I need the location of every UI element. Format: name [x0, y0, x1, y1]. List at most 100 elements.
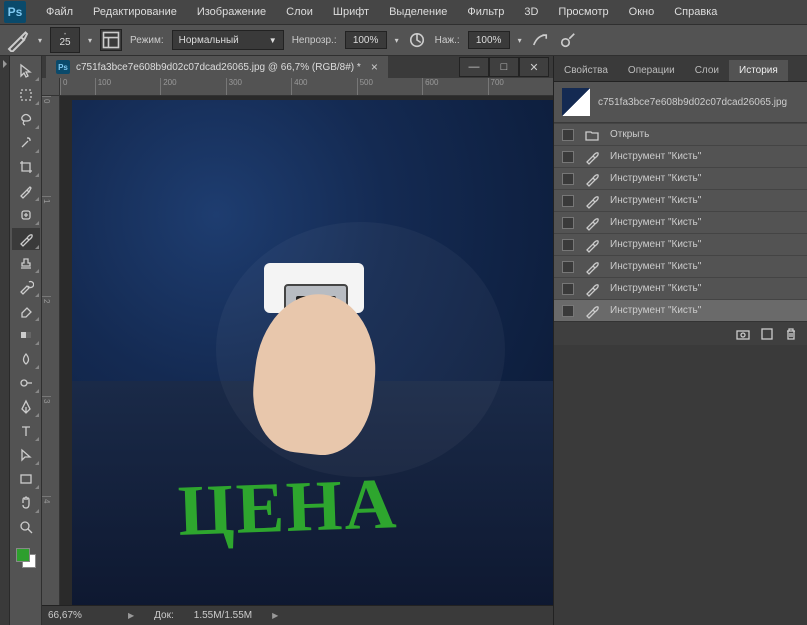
- tab-history[interactable]: История: [729, 60, 788, 81]
- ruler-tick: 0: [42, 96, 51, 196]
- ruler-tick: 3: [42, 396, 51, 496]
- history-panel: c751fa3bce7e608b9d02c07dcad26065.jpg Отк…: [554, 82, 807, 345]
- tool-pen[interactable]: [12, 396, 40, 418]
- menu-filter[interactable]: Фильтр: [457, 2, 514, 22]
- tool-preset-arrow[interactable]: ▾: [38, 36, 42, 45]
- menu-type[interactable]: Шрифт: [323, 2, 379, 22]
- history-step[interactable]: Инструмент "Кисть": [554, 167, 807, 189]
- tab-layers[interactable]: Слои: [685, 60, 729, 81]
- tool-stamp[interactable]: [12, 252, 40, 274]
- brush-size-picker[interactable]: • 25: [50, 27, 80, 53]
- history-snapshot[interactable]: c751fa3bce7e608b9d02c07dcad26065.jpg: [554, 82, 807, 123]
- tool-move[interactable]: [12, 60, 40, 82]
- brush-size-arrow[interactable]: ▾: [88, 36, 92, 45]
- document-area: Ps c751fa3bce7e608b9d02c07dcad26065.jpg …: [42, 56, 553, 625]
- panel-collapse-strip[interactable]: [0, 56, 10, 625]
- tab-properties[interactable]: Свойства: [554, 60, 618, 81]
- ruler-tick: 400: [291, 78, 356, 95]
- tool-eraser[interactable]: [12, 300, 40, 322]
- canvas-viewport[interactable]: ЦЕНА: [60, 96, 553, 605]
- close-button[interactable]: ✕: [519, 57, 549, 77]
- history-step-label: Инструмент "Кисть": [610, 261, 701, 272]
- history-step[interactable]: Инструмент "Кисть": [554, 145, 807, 167]
- menu-image[interactable]: Изображение: [187, 2, 276, 22]
- close-tab-icon[interactable]: ×: [371, 60, 378, 74]
- tab-actions[interactable]: Операции: [618, 60, 685, 81]
- opacity-arrow[interactable]: ▾: [395, 36, 399, 45]
- tool-blur[interactable]: [12, 348, 40, 370]
- zoom-value[interactable]: 66,67%: [48, 610, 108, 621]
- statusbar-arrow-icon[interactable]: ▶: [272, 611, 278, 620]
- tool-gradient[interactable]: [12, 324, 40, 346]
- tool-healing[interactable]: [12, 204, 40, 226]
- ruler-vertical[interactable]: 0 1 2 3 4: [42, 96, 60, 625]
- foreground-color-swatch[interactable]: [16, 548, 30, 562]
- history-source-checkbox[interactable]: [562, 261, 574, 273]
- brush-panel-toggle-icon[interactable]: [100, 29, 122, 51]
- tool-type[interactable]: [12, 420, 40, 442]
- tool-dodge[interactable]: [12, 372, 40, 394]
- history-source-checkbox[interactable]: [562, 283, 574, 295]
- opacity-input[interactable]: 100%: [345, 31, 387, 49]
- history-step[interactable]: Инструмент "Кисть": [554, 299, 807, 321]
- document-tab[interactable]: Ps c751fa3bce7e608b9d02c07dcad26065.jpg …: [46, 56, 388, 78]
- history-delete-icon[interactable]: [783, 326, 799, 342]
- tool-history-brush[interactable]: [12, 276, 40, 298]
- airbrush-icon[interactable]: [530, 30, 550, 50]
- tool-path-select[interactable]: [12, 444, 40, 466]
- canvas[interactable]: ЦЕНА: [72, 100, 553, 605]
- tool-marquee[interactable]: [12, 84, 40, 106]
- history-step[interactable]: Инструмент "Кисть": [554, 277, 807, 299]
- mode-select[interactable]: Нормальный ▼: [172, 30, 284, 50]
- history-step-label: Инструмент "Кисть": [610, 173, 701, 184]
- history-snapshot-icon[interactable]: [735, 326, 751, 342]
- history-source-checkbox[interactable]: [562, 151, 574, 163]
- tool-lasso[interactable]: [12, 108, 40, 130]
- menu-3d[interactable]: 3D: [514, 2, 548, 22]
- history-source-checkbox[interactable]: [562, 129, 574, 141]
- menu-view[interactable]: Просмотр: [548, 2, 618, 22]
- history-step[interactable]: Инструмент "Кисть": [554, 233, 807, 255]
- history-source-checkbox[interactable]: [562, 239, 574, 251]
- ruler-tick: 300: [226, 78, 291, 95]
- history-source-checkbox[interactable]: [562, 217, 574, 229]
- menu-edit[interactable]: Редактирование: [83, 2, 187, 22]
- color-swatches[interactable]: [10, 546, 41, 576]
- maximize-button[interactable]: □: [489, 57, 519, 77]
- tool-hand[interactable]: [12, 492, 40, 514]
- tool-crop[interactable]: [12, 156, 40, 178]
- history-step-label: Инструмент "Кисть": [610, 283, 701, 294]
- tool-wand[interactable]: [12, 132, 40, 154]
- history-source-checkbox[interactable]: [562, 305, 574, 317]
- pressure-opacity-icon[interactable]: [407, 30, 427, 50]
- history-new-icon[interactable]: [759, 326, 775, 342]
- menu-select[interactable]: Выделение: [379, 2, 457, 22]
- tool-zoom[interactable]: [12, 516, 40, 538]
- statusbar-play-icon[interactable]: ▶: [128, 611, 134, 620]
- ruler-horizontal[interactable]: 0 100 200 300 400 500 600 700: [60, 78, 553, 96]
- menu-layers[interactable]: Слои: [276, 2, 323, 22]
- ruler-corner: [42, 78, 60, 96]
- history-step[interactable]: Инструмент "Кисть": [554, 255, 807, 277]
- menu-window[interactable]: Окно: [619, 2, 665, 22]
- ruler-tick: 700: [488, 78, 553, 95]
- tool-shape[interactable]: [12, 468, 40, 490]
- menu-help[interactable]: Справка: [664, 2, 727, 22]
- minimize-button[interactable]: —: [459, 57, 489, 77]
- workspace: Ps c751fa3bce7e608b9d02c07dcad26065.jpg …: [0, 56, 807, 625]
- history-source-checkbox[interactable]: [562, 173, 574, 185]
- flow-input[interactable]: 100%: [468, 31, 510, 49]
- tool-preset-icon[interactable]: [6, 28, 30, 52]
- tool-eyedropper[interactable]: [12, 180, 40, 202]
- ruler-tick: 600: [422, 78, 487, 95]
- history-step[interactable]: Инструмент "Кисть": [554, 189, 807, 211]
- menu-file[interactable]: Файл: [36, 2, 83, 22]
- history-source-checkbox[interactable]: [562, 195, 574, 207]
- tool-brush[interactable]: [12, 228, 40, 250]
- flow-arrow[interactable]: ▾: [518, 36, 522, 45]
- history-step-label: Инструмент "Кисть": [610, 217, 701, 228]
- pressure-size-icon[interactable]: [558, 30, 578, 50]
- history-step[interactable]: Инструмент "Кисть": [554, 211, 807, 233]
- history-step[interactable]: Открыть: [554, 123, 807, 145]
- document-tab-title: c751fa3bce7e608b9d02c07dcad26065.jpg @ 6…: [76, 62, 361, 73]
